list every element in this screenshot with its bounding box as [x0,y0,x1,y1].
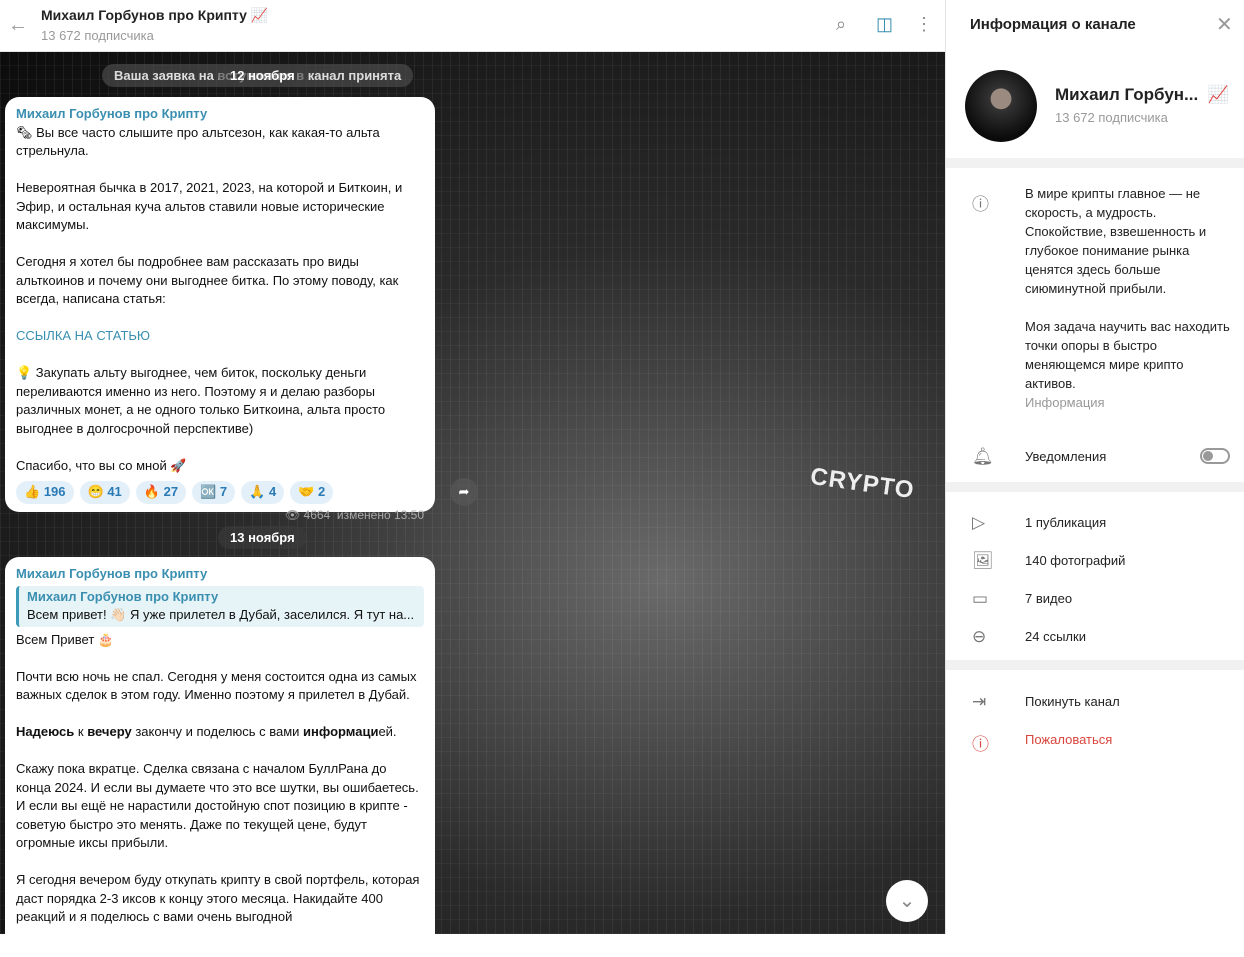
message-paragraph: Скажу пока вкратце. Сделка связана с нач… [16,761,419,850]
report-button[interactable]: ⓘ Пожаловаться [946,721,1244,759]
divider [946,158,1244,168]
subscriber-count: 13 672 подписчика [1055,110,1168,125]
video-icon: ▭ [972,589,989,608]
message-paragraph: Спасибо, что вы со мной 🚀 [16,457,187,473]
chat-header: ← Михаил Горбунов про Крипту 📈 13 672 по… [0,0,945,52]
date-pill: 13 ноября [218,526,307,549]
reaction[interactable]: 🔥 27 [135,481,187,504]
reactions: 👍 196 😁 41 🔥 27 🆗 7 🙏 4 🤝 2 [16,481,424,504]
message-paragraph: Всем Привет 🎂 [16,631,115,647]
warning-icon: ⓘ [972,735,989,754]
message-bubble: Михаил Горбунов про Крипту Михаил Горбун… [5,557,435,957]
message-paragraph: Почти всю ночь не спал. Сегодня у меня с… [16,668,417,703]
reaction[interactable]: 🙏 4 [241,481,285,504]
leave-icon: ⇥ [972,692,987,711]
photo-icon: 🖼︎ [972,551,994,570]
channel-info-panel: Информация о канале ✕ Михаил Горбун... 📈… [945,0,1244,934]
channel-title[interactable]: Михаил Горбунов про Крипту 📈 [41,7,268,24]
back-arrow-icon[interactable]: ← [8,14,28,37]
reply-quote[interactable]: Михаил Горбунов про Крипту Всем привет! … [16,585,424,627]
message-bubble: Михаил Горбунов про Крипту 🗞 Вы все част… [5,97,435,522]
message-author[interactable]: Михаил Горбунов про Крипту [16,565,424,584]
panel-title: Информация о канале [970,16,1136,33]
divider [946,482,1244,492]
chat-area: ← Михаил Горбунов про Крипту 📈 13 672 по… [0,0,945,957]
message-paragraph: Я сегодня вечером буду откупать крипту в… [16,872,420,924]
message-paragraph: 🗞 Вы все часто слышите про альтсезон, ка… [16,124,380,159]
info-icon: ⓘ [972,195,989,214]
media-photos[interactable]: 🖼︎ 140 фотографий [946,542,1244,580]
message-meta: 👁 4664 изменено 13:50 [16,506,424,525]
quote-author: Михаил Горбунов про Крипту [27,588,219,604]
message-paragraph: Надеюсь к вечеру закончу и поделюсь с ва… [16,724,397,739]
date-pill: 12 ноября [218,64,307,87]
view-count: 4664 [303,507,331,522]
media-videos[interactable]: ▭ 7 видео [946,580,1244,618]
leave-channel-button[interactable]: ⇥ Покинуть канал [946,683,1244,721]
share-icon[interactable]: ➦ [450,478,478,506]
search-icon[interactable]: ⌕ [836,14,846,35]
reaction[interactable]: 😁 41 [79,481,130,504]
message-author[interactable]: Михаил Горбунов про Крипту [16,105,424,124]
message-paragraph: 💡 Закупать альту выгоднее, чем биток, по… [16,365,386,436]
divider [946,660,1244,670]
link-icon: ⊖ [972,627,987,646]
message-paragraph: Сегодня я хотел бы подробнее вам рассказ… [16,254,399,306]
reaction[interactable]: 👍 196 [16,481,74,504]
reaction[interactable]: 🆗 7 [192,481,236,504]
edited-time: изменено 13:50 [336,507,424,522]
image-crypto-text: CRYPTO [808,462,917,505]
eye-icon: 👁 [284,507,301,522]
play-icon: ▷ [972,513,986,532]
notifications-toggle[interactable] [1200,448,1230,464]
article-link[interactable]: ССЫЛКА НА СТАТЬЮ [16,327,424,346]
reaction[interactable]: 🤝 2 [290,481,334,504]
sidebar-toggle-icon[interactable]: ◫ [876,14,893,35]
media-links[interactable]: ⊖ 24 ссылки [946,618,1244,656]
channel-name: Михаил Горбун... 📈 [1055,85,1229,104]
quote-text: Всем привет! 👋🏻 Я уже прилетел в Дубай, … [27,607,415,622]
more-menu-icon[interactable]: ⋮ [915,14,933,35]
avatar[interactable] [965,70,1037,142]
channel-description: В мире крипты главное — не скорость, а м… [1025,186,1230,410]
bell-icon: 🔔︎ [972,447,994,466]
media-posts[interactable]: ▷ 1 публикация [946,504,1244,542]
subscriber-count: 13 672 подписчика [41,28,154,43]
close-icon[interactable]: ✕ [1216,12,1233,37]
message-paragraph: Невероятная бычка в 2017, 2021, 2023, на… [16,180,403,232]
scroll-down-button[interactable]: ⌄ [886,880,928,922]
